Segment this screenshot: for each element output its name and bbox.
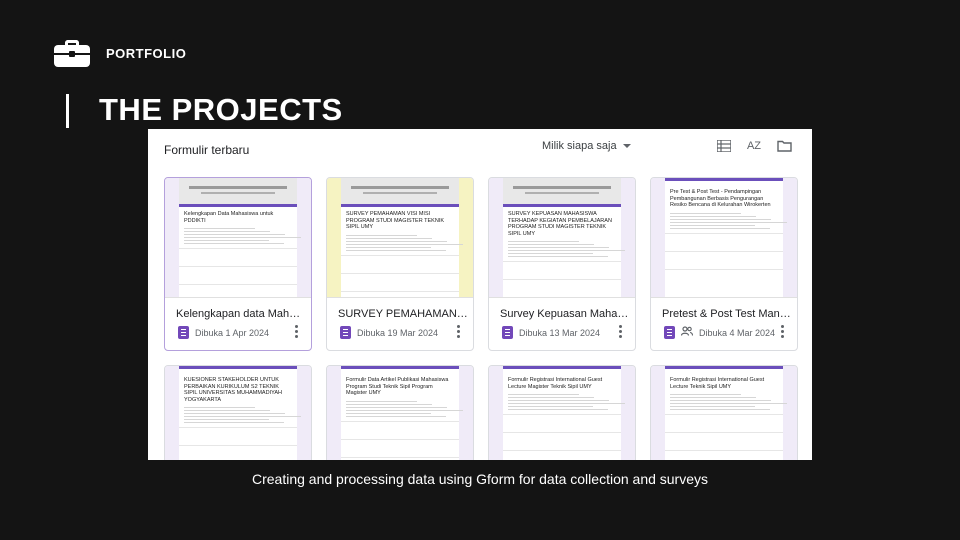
folder-icon[interactable] <box>776 139 792 153</box>
section-label-text: PORTFOLIO <box>106 46 187 61</box>
form-card[interactable]: SURVEY KEPUASAN MAHASISWA TERHADAP KEGIA… <box>488 177 636 351</box>
form-card[interactable]: Pre Test & Post Test - Pendampingan Pemb… <box>650 177 798 351</box>
opened-date: Dibuka 19 Mar 2024 <box>357 327 439 338</box>
form-thumbnail: SURVEY PEMAHAMAN VISI MISI PROGRAM STUDI… <box>327 178 473 298</box>
more-options-icon[interactable] <box>619 325 623 338</box>
form-card[interactable]: Formulir Data Artikel Publikasi Mahasisw… <box>326 365 474 460</box>
more-options-icon[interactable] <box>295 325 299 338</box>
thumbnail-title: Kelengkapan Data Mahasiswa untuk PDDIKTI <box>184 211 274 224</box>
form-card[interactable]: SURVEY PEMAHAMAN VISI MISI PROGRAM STUDI… <box>326 177 474 351</box>
form-thumbnail: SURVEY KEPUASAN MAHASISWA TERHADAP KEGIA… <box>489 178 635 298</box>
form-card[interactable]: Formulir Registrasi International Guest … <box>488 365 636 460</box>
recent-forms-heading: Formulir terbaru <box>164 143 250 157</box>
form-card-title: Pretest & Post Test Manajemen <box>662 308 792 320</box>
list-view-icon[interactable] <box>716 139 732 153</box>
form-card[interactable]: Kelengkapan Data Mahasiswa untuk PDDIKTI… <box>164 177 312 351</box>
page-title: THE PROJECTS <box>99 92 343 127</box>
form-card[interactable]: KUESIONER STAKEHOLDER UNTUK PERBAIKAN KU… <box>164 365 312 460</box>
title-accent-bar <box>66 94 69 128</box>
form-thumbnail: Formulir Registrasi International Guest … <box>489 366 635 460</box>
opened-date: Dibuka 4 Mar 2024 <box>699 327 776 338</box>
thumbnail-title: SURVEY KEPUASAN MAHASISWA TERHADAP KEGIA… <box>508 211 612 237</box>
shared-people-icon <box>680 326 694 339</box>
more-options-icon[interactable] <box>781 325 785 338</box>
form-thumbnail: KUESIONER STAKEHOLDER UNTUK PERBAIKAN KU… <box>165 366 311 460</box>
form-card-title: Kelengkapan data Mahasiswa untuk Pasca S… <box>176 308 306 320</box>
forms-screenshot-panel: Formulir terbaru Milik siapa saja AZ Kel… <box>148 129 812 460</box>
google-forms-icon <box>664 326 675 339</box>
form-card[interactable]: Formulir Registrasi International Guest … <box>650 365 798 460</box>
opened-date: Dibuka 1 Apr 2024 <box>195 327 270 338</box>
thumbnail-title: KUESIONER STAKEHOLDER UNTUK PERBAIKAN KU… <box>184 377 282 403</box>
caption: Creating and processing data using Gform… <box>251 471 709 487</box>
google-forms-icon <box>178 326 189 339</box>
form-thumbnail: Formulir Data Artikel Publikasi Mahasisw… <box>327 366 473 460</box>
section-label: PORTFOLIO <box>54 40 186 67</box>
thumbnail-title: Formulir Data Artikel Publikasi Mahasisw… <box>346 377 449 396</box>
sort-az-label: AZ <box>746 140 762 152</box>
form-thumbnail: Formulir Registrasi International Guest … <box>651 366 797 460</box>
form-card-title: SURVEY PEMAHAMAN VISI MISI <box>338 308 468 320</box>
google-forms-icon <box>502 326 513 339</box>
form-card-title: Survey Kepuasan Mahasiswa <box>500 308 630 320</box>
form-card-meta: Dibuka 13 Mar 2024 <box>502 326 600 339</box>
caret-down-icon <box>622 144 631 148</box>
thumbnail-title: SURVEY PEMAHAMAN VISI MISI PROGRAM STUDI… <box>346 211 444 230</box>
form-thumbnail: Kelengkapan Data Mahasiswa untuk PDDIKTI <box>165 178 311 298</box>
opened-date: Dibuka 13 Mar 2024 <box>519 327 601 338</box>
form-card-meta: Dibuka 4 Mar 2024 <box>664 326 775 339</box>
google-forms-icon <box>340 326 351 339</box>
forms-header: Formulir terbaru Milik siapa saja AZ <box>148 129 812 171</box>
more-options-icon[interactable] <box>457 325 461 338</box>
form-card-meta: Dibuka 19 Mar 2024 <box>340 326 438 339</box>
thumbnail-title: Formulir Registrasi International Guest … <box>670 377 765 390</box>
briefcase-icon <box>54 40 90 67</box>
form-card-meta: Dibuka 1 Apr 2024 <box>178 326 269 339</box>
sort-az-icon[interactable]: AZ <box>746 139 762 153</box>
form-thumbnail: Pre Test & Post Test - Pendampingan Pemb… <box>651 178 797 298</box>
thumbnail-title: Formulir Registrasi International Guest … <box>508 377 603 390</box>
thumbnail-title: Pre Test & Post Test - Pendampingan Pemb… <box>670 189 771 208</box>
owner-filter-dropdown[interactable]: Milik siapa saja <box>542 140 631 152</box>
forms-grid: Kelengkapan Data Mahasiswa untuk PDDIKTI… <box>164 177 798 460</box>
owner-filter-label: Milik siapa saja <box>542 140 617 152</box>
